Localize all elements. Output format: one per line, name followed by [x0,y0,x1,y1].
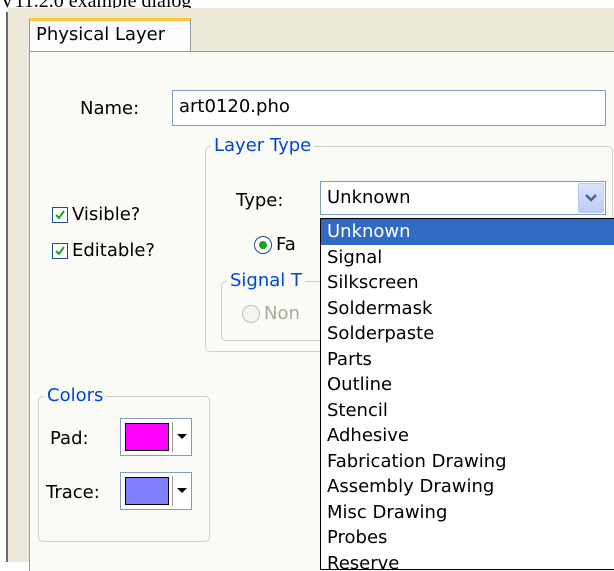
trace-color-picker[interactable] [120,472,192,510]
type-option-misc-drawing[interactable]: Misc Drawing [321,500,614,526]
layer-radio-f[interactable] [254,236,272,254]
type-option-stencil[interactable]: Stencil [321,398,614,424]
signal-type-legend: Signal T [230,270,303,291]
dialog: Physical Layer Name: art0120.pho Visible… [8,8,614,571]
checkmark-icon [55,246,65,256]
type-option-unknown[interactable]: Unknown [321,219,614,245]
layer-type-legend: Layer Type [214,135,312,156]
signal-radio-none [242,305,260,323]
checkmark-icon [55,210,65,220]
editable-checkbox[interactable] [52,243,68,259]
trace-label: Trace: [46,482,100,503]
colors-group: Colors [38,386,210,542]
type-option-silkscreen[interactable]: Silkscreen [321,270,614,296]
type-dropdown-list[interactable]: Unknown Signal Silkscreen Soldermask Solderp… [320,218,614,570]
type-option-soldermask[interactable]: Soldermask [321,296,614,322]
name-label: Name: [80,98,140,119]
type-option-outline[interactable]: Outline [321,372,614,398]
pad-color-picker[interactable] [120,418,192,456]
type-option-probes[interactable]: Probes [321,525,614,551]
signal-radio-none-label: Non [264,303,300,324]
type-option-signal[interactable]: Signal [321,245,614,271]
dropdown-button[interactable] [578,183,604,213]
visible-label: Visible? [72,204,141,225]
visible-checkbox[interactable] [52,207,68,223]
pad-label: Pad: [50,428,89,449]
type-select-value: Unknown [327,187,411,208]
type-option-reserve[interactable]: Reserve [321,551,614,570]
chevron-down-icon [585,194,597,202]
chevron-down-icon [172,476,189,506]
type-option-solderpaste[interactable]: Solderpaste [321,321,614,347]
type-option-assembly-drawing[interactable]: Assembly Drawing [321,474,614,500]
pad-color-swatch [125,423,169,451]
type-option-parts[interactable]: Parts [321,347,614,373]
type-option-fabrication-drawing[interactable]: Fabrication Drawing [321,449,614,475]
type-label: Type: [236,190,284,211]
colors-legend: Colors [47,385,104,406]
layer-radio-f-label: Fa [276,234,296,255]
tab-physical-layer[interactable]: Physical Layer [29,18,191,52]
editable-label: Editable? [72,240,155,261]
name-input[interactable]: art0120.pho [172,90,606,126]
type-select[interactable]: Unknown [320,181,606,215]
trace-color-swatch [125,477,169,505]
type-option-adhesive[interactable]: Adhesive [321,423,614,449]
window-edge [0,12,8,562]
chevron-down-icon [172,422,189,452]
figure-caption: V11.2.0 example dialog [0,0,330,8]
